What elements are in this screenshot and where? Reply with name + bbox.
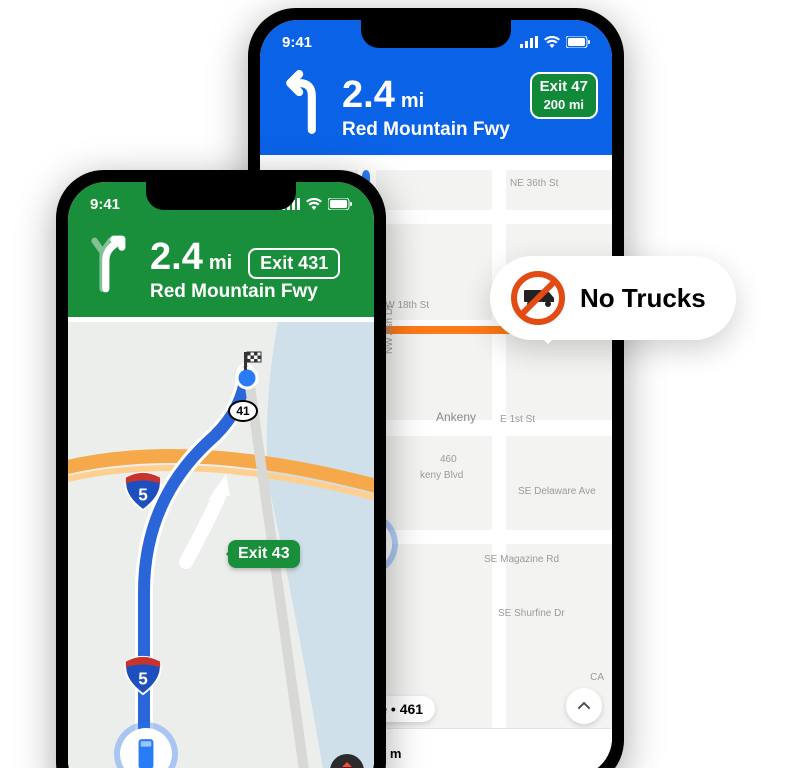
street-label: CA	[590, 672, 604, 683]
notch	[146, 182, 296, 210]
wifi-icon	[306, 198, 322, 210]
map-view-left[interactable]: 5 5 41 Exit 43 N	[68, 322, 374, 768]
exit-badge: Exit 431	[248, 248, 340, 279]
svg-text:5: 5	[138, 669, 148, 689]
status-time: 9:41	[282, 34, 312, 51]
notch	[361, 20, 511, 48]
no-trucks-label: No Trucks	[580, 283, 706, 314]
street-label: SE Delaware Ave	[518, 486, 596, 497]
place-label: Ankeny	[436, 410, 476, 424]
distance: 2.4 mi Exit 431	[150, 236, 358, 279]
battery-icon	[566, 36, 590, 48]
route-shield: 41	[228, 400, 258, 422]
phone-left: 9:41 2.4 mi	[56, 170, 386, 768]
svg-text:5: 5	[138, 485, 148, 505]
street-label: SE Shurfine Dr	[498, 608, 565, 619]
street-label: SE Magazine Rd	[484, 554, 559, 565]
expand-button[interactable]	[566, 688, 602, 724]
interstate-shield-icon: 5	[122, 654, 164, 696]
street-label: NE 36th St	[510, 178, 558, 189]
signal-icon	[520, 36, 538, 48]
exit-sign: Exit 47 200 mi	[530, 72, 598, 119]
street-label: E 1st St	[500, 414, 535, 425]
no-trucks-callout: No Trucks	[490, 256, 736, 340]
turn-left-icon	[274, 70, 328, 134]
status-time: 9:41	[90, 196, 120, 213]
status-icons	[520, 36, 590, 48]
street-label: keny Blvd	[420, 470, 463, 481]
road-name: Red Mountain Fwy	[342, 119, 596, 141]
exit-marker: Exit 43	[228, 540, 300, 568]
chevron-up-icon	[576, 698, 592, 714]
fork-right-icon	[82, 232, 136, 296]
destination-flag-icon	[230, 350, 264, 395]
no-trucks-icon	[510, 270, 566, 326]
street-label: 460	[440, 454, 457, 465]
battery-icon	[328, 198, 352, 210]
interstate-shield-icon: 5	[122, 470, 164, 512]
wifi-icon	[544, 36, 560, 48]
road-name: Red Mountain Fwy	[150, 281, 358, 303]
